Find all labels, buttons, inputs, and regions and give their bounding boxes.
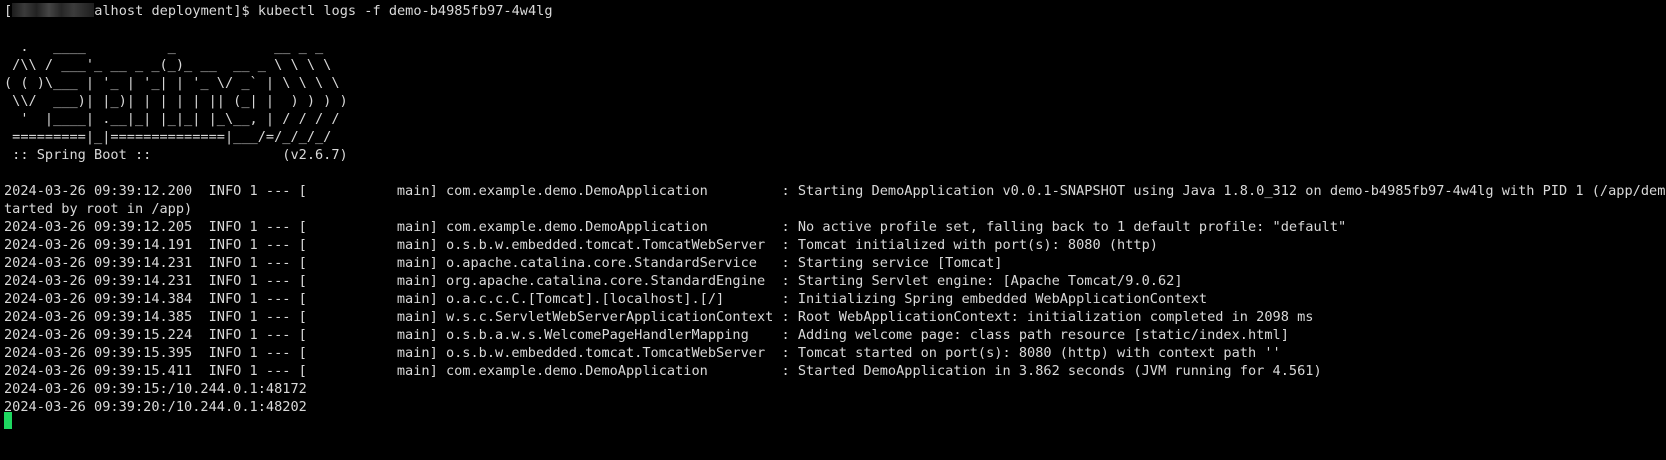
banner-line: :: Spring Boot :: (v2.6.7) — [4, 147, 348, 163]
banner-line: ( ( )\___ | '_ | '_| | '_ \/ _` | \ \ \ … — [4, 75, 340, 91]
log-line: 2024-03-26 09:39:14.384 INFO 1 --- [ mai… — [4, 291, 1208, 307]
redacted-username — [12, 3, 95, 17]
prompt-open-bracket: [ — [4, 3, 13, 19]
terminal-cursor — [4, 412, 12, 429]
log-line: 2024-03-26 09:39:20:/10.244.0.1:48202 — [4, 399, 307, 415]
banner-line: . ____ _ __ _ _ — [4, 39, 324, 55]
log-line: 2024-03-26 09:39:12.200 INFO 1 --- [ mai… — [4, 183, 1666, 199]
log-line: 2024-03-26 09:39:14.191 INFO 1 --- [ mai… — [4, 237, 1158, 253]
log-line: 2024-03-26 09:39:14.385 INFO 1 --- [ mai… — [4, 309, 1314, 325]
log-output: 2024-03-26 09:39:12.200 INFO 1 --- [ mai… — [4, 182, 1666, 416]
banner-line: \\/ ___)| |_)| | | | | || (_| | ) ) ) ) — [4, 93, 348, 109]
log-line: 2024-03-26 09:39:15.395 INFO 1 --- [ mai… — [4, 345, 1281, 361]
terminal-output: [ alhost deployment]$ kubectl logs -f dem… — [4, 2, 1666, 416]
log-line: 2024-03-26 09:39:12.205 INFO 1 --- [ mai… — [4, 219, 1347, 235]
log-line: 2024-03-26 09:39:15.224 INFO 1 --- [ mai… — [4, 327, 1289, 343]
banner-line — [4, 164, 1666, 182]
banner-line — [4, 20, 1666, 38]
spring-boot-banner: . ____ _ __ _ _ /\\ / ___'_ __ _ _(_)_ _… — [4, 20, 1666, 182]
log-line: 2024-03-26 09:39:15.411 INFO 1 --- [ mai… — [4, 363, 1322, 379]
banner-line: ' |____| .__|_| |_|_| |_\__, | / / / / — [4, 111, 340, 127]
log-line: 2024-03-26 09:39:14.231 INFO 1 --- [ mai… — [4, 273, 1183, 289]
banner-line: =========|_|==============|___/=/_/_/_/ — [4, 129, 332, 145]
log-line: 2024-03-26 09:39:15:/10.244.0.1:48172 — [4, 381, 307, 397]
command-prompt-line: [ alhost deployment]$ kubectl logs -f dem… — [4, 2, 1666, 20]
banner-line: /\\ / ___'_ __ _ _(_)_ __ __ _ \ \ \ \ — [4, 57, 332, 73]
command-text: kubectl logs -f demo-b4985fb97-4w4lg — [249, 3, 553, 19]
prompt-host: alhost deployment]$ — [94, 3, 250, 19]
terminal-window[interactable]: [ alhost deployment]$ kubectl logs -f dem… — [0, 0, 1666, 460]
log-line: 2024-03-26 09:39:14.231 INFO 1 --- [ mai… — [4, 255, 1003, 271]
log-line: tarted by root in /app) — [4, 201, 193, 217]
